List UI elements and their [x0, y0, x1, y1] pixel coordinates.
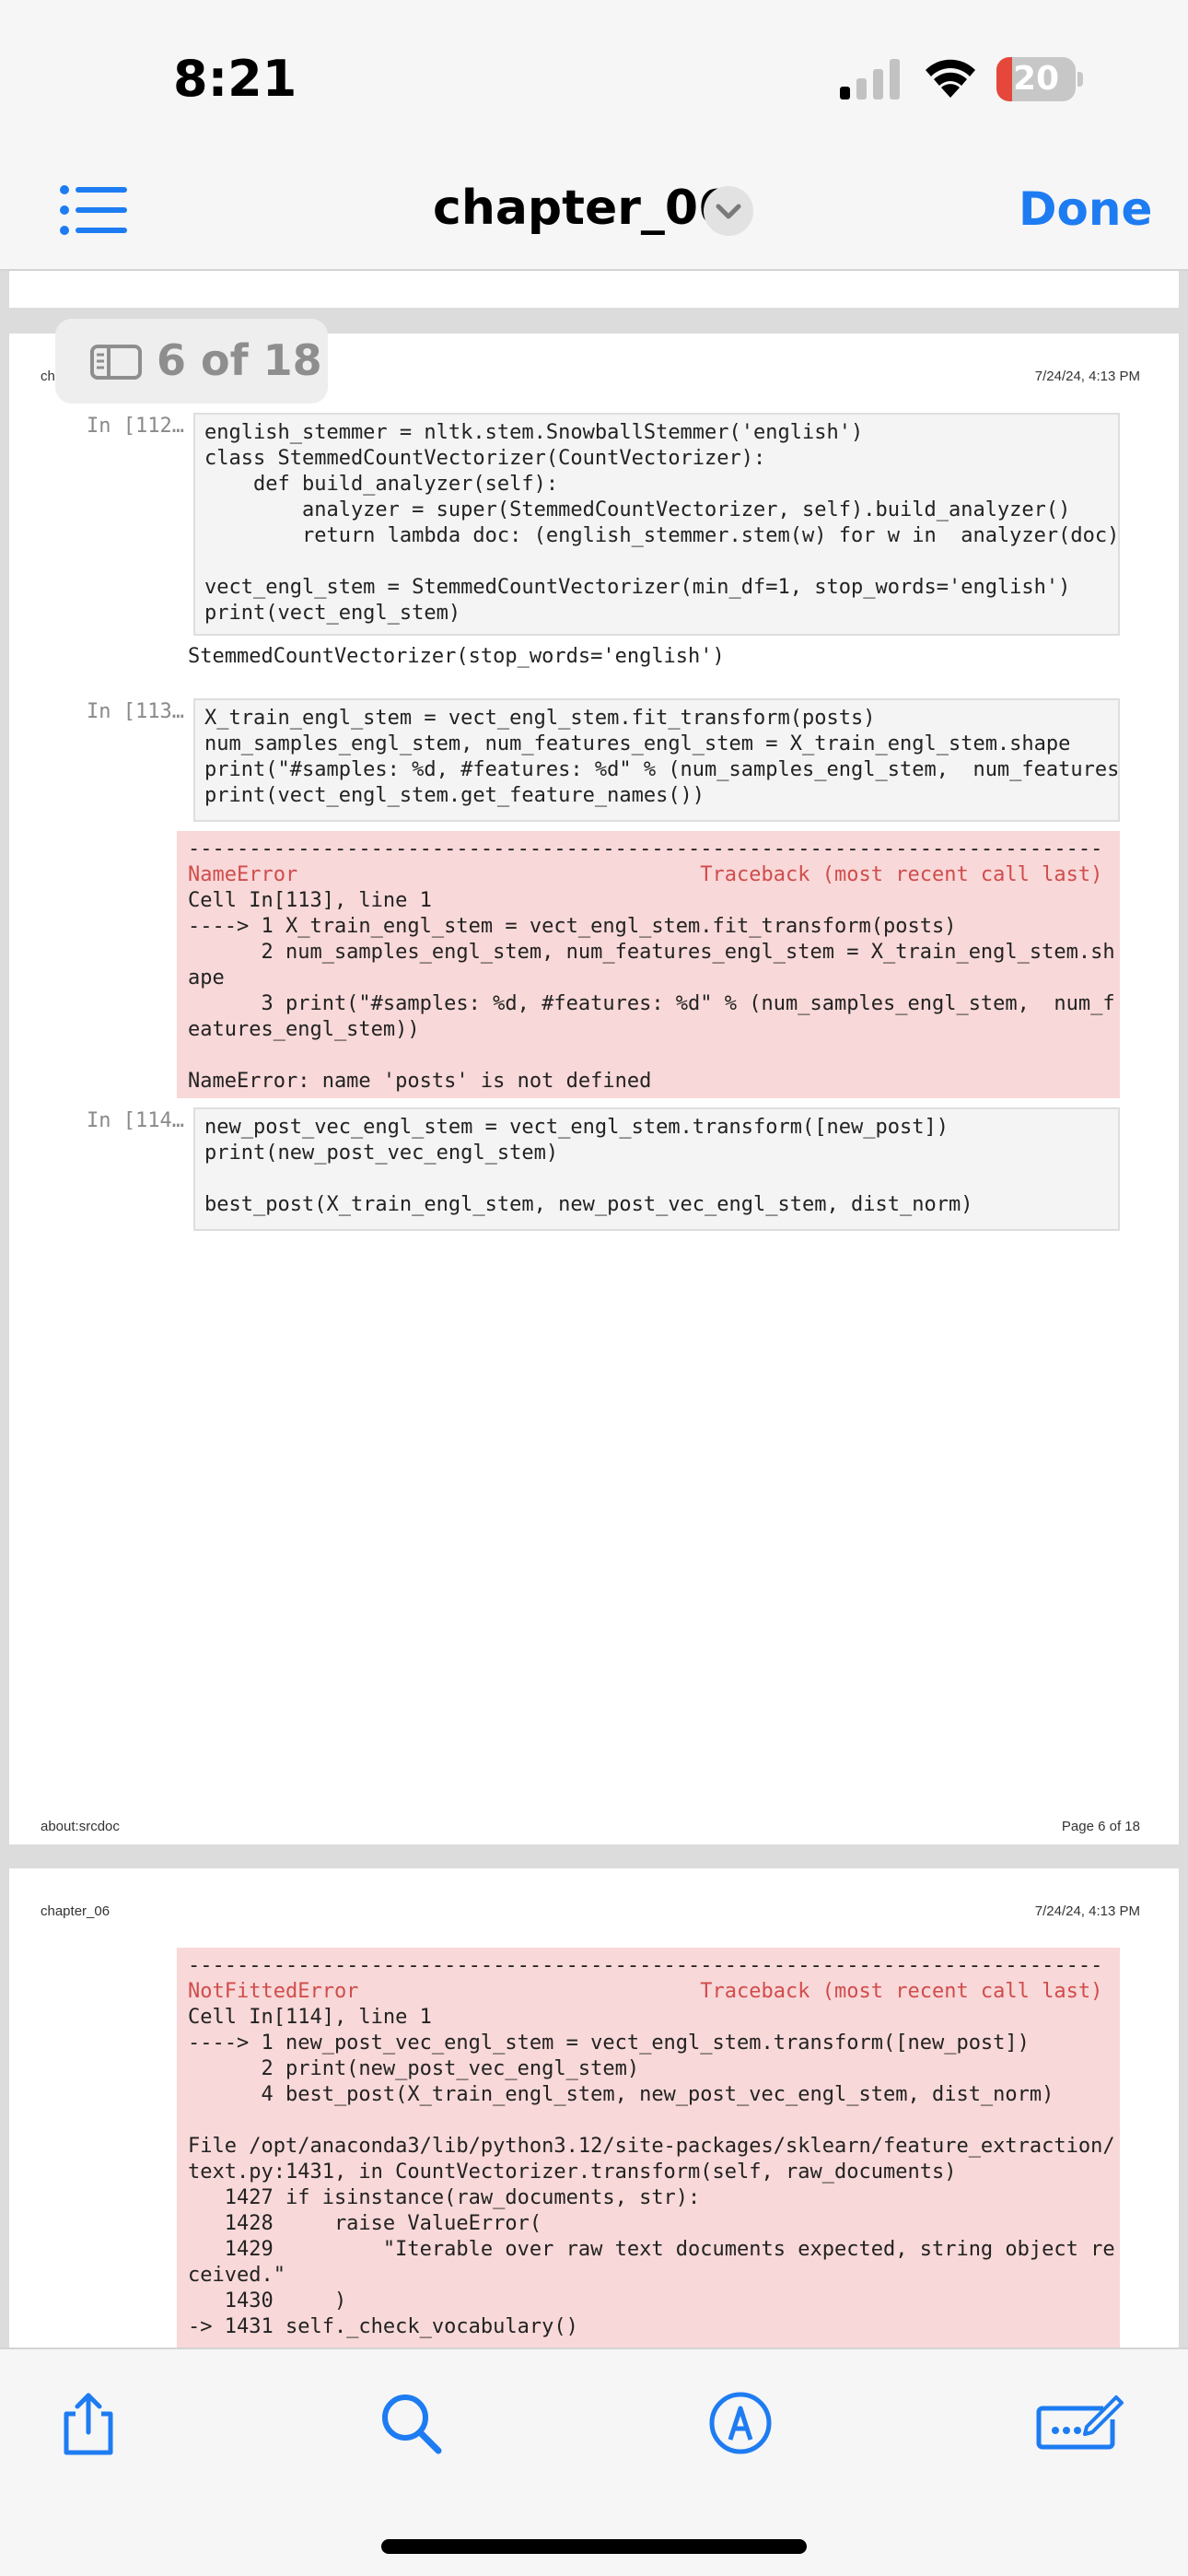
cell-prompt: In [114… — [87, 1109, 184, 1132]
current-page: ch 7/24/24, 4:13 PM In [112… english_ste… — [9, 334, 1179, 1844]
error-line: ceived." — [188, 2264, 285, 2287]
navigation-bar: chapter_06 Done — [0, 147, 1188, 271]
page-indicator-text: 6 of 18 — [157, 335, 322, 385]
next-page: chapter_06 7/24/24, 4:13 PM ------------… — [9, 1868, 1179, 2348]
error-line: -> 1431 self._check_vocabulary() — [188, 2315, 578, 2338]
previous-page — [9, 271, 1179, 308]
error-line: 1429 "Iterable over raw text documents e… — [188, 2238, 1115, 2261]
code-line: best_post(X_train_engl_stem, new_post_ve… — [204, 1193, 973, 1216]
code-line: def build_analyzer(self): — [204, 473, 559, 496]
error-line: NotFittedError Traceback (most recent ca… — [188, 1980, 1103, 2003]
title-menu-button[interactable] — [704, 186, 753, 236]
error-output: ----------------------------------------… — [177, 831, 1120, 1098]
markup-icon[interactable] — [707, 2390, 774, 2456]
sidebar-icon — [90, 345, 142, 380]
code-line: print(vect_engl_stem) — [204, 602, 461, 625]
error-line: ape — [188, 966, 225, 989]
page-header-date: 7/24/24, 4:13 PM — [1034, 1903, 1140, 1919]
status-bar: 8:21 20 — [0, 0, 1188, 147]
error-line: Cell In[113], line 1 — [188, 889, 432, 912]
error-line — [177, 2108, 1120, 2134]
code-line: num_samples_engl_stem, num_features_engl… — [204, 732, 1071, 755]
error-line: NameError: name 'posts' is not defined — [188, 1070, 652, 1093]
status-time: 8:21 — [173, 50, 297, 108]
page-footer-source: about:srcdoc — [41, 1819, 120, 1834]
code-line: X_train_engl_stem = vect_engl_stem.fit_t… — [204, 707, 876, 730]
code-line: print(vect_engl_stem.get_feature_names()… — [204, 784, 705, 807]
code-line: return lambda doc: (english_stemmer.stem… — [204, 524, 1120, 547]
code-cell: new_post_vec_engl_stem = vect_engl_stem.… — [193, 1107, 1120, 1231]
error-line: Cell In[114], line 1 — [188, 2006, 432, 2029]
code-line: english_stemmer = nltk.stem.SnowballStem… — [204, 421, 864, 444]
battery-percent: 20 — [1012, 60, 1060, 98]
cell-prompt: In [113… — [87, 700, 184, 723]
done-button[interactable]: Done — [1019, 182, 1152, 236]
code-cell: X_train_engl_stem = vect_engl_stem.fit_t… — [193, 698, 1120, 822]
code-line: new_post_vec_engl_stem = vect_engl_stem.… — [204, 1116, 949, 1139]
search-icon[interactable] — [378, 2390, 444, 2456]
battery-icon: 20 — [996, 57, 1083, 101]
error-line — [177, 1043, 1120, 1069]
error-line: ----> 1 new_post_vec_engl_stem = vect_en… — [188, 2032, 1030, 2055]
code-line: class StemmedCountVectorizer(CountVector… — [204, 447, 766, 470]
page-header-title: ch — [41, 369, 55, 384]
code-line: analyzer = super(StemmedCountVectorizer,… — [204, 498, 1071, 521]
error-line: 1427 if isinstance(raw_documents, str): — [188, 2186, 701, 2209]
error-output: ----------------------------------------… — [177, 1948, 1120, 2348]
page-header-date: 7/24/24, 4:13 PM — [1034, 369, 1140, 384]
error-line: ----------------------------------------… — [188, 1954, 1103, 1977]
cellular-signal-icon — [840, 59, 900, 100]
error-line: eatures_engl_stem)) — [188, 1018, 420, 1041]
error-line: 1430 ) — [188, 2289, 347, 2313]
error-line: File /opt/anaconda3/lib/python3.12/site-… — [188, 2135, 1115, 2158]
home-indicator — [381, 2539, 807, 2554]
code-line: vect_engl_stem = StemmedCountVectorizer(… — [204, 576, 1071, 599]
share-icon[interactable] — [55, 2390, 122, 2456]
cell-prompt: In [112… — [87, 415, 184, 438]
code-line: print("#samples: %d, #features: %d" % (n… — [204, 758, 1120, 781]
error-line: 4 best_post(X_train_engl_stem, new_post_… — [188, 2083, 1054, 2106]
code-line: print(new_post_vec_engl_stem) — [204, 1142, 559, 1165]
chevron-down-icon — [716, 204, 741, 219]
wifi-icon — [926, 59, 975, 98]
error-line: ----> 1 X_train_engl_stem = vect_engl_st… — [188, 915, 957, 938]
error-line: 2 print(new_post_vec_engl_stem) — [188, 2057, 640, 2080]
pdf-document-viewer[interactable]: ch 7/24/24, 4:13 PM In [112… english_ste… — [0, 271, 1188, 2348]
error-line: 2 num_samples_engl_stem, num_features_en… — [188, 941, 1115, 964]
error-line: 1428 raise ValueError( — [188, 2212, 542, 2235]
document-title[interactable]: chapter_06 — [433, 181, 731, 236]
list-icon[interactable] — [59, 184, 127, 236]
page-header-title: chapter_06 — [41, 1903, 111, 1919]
cell-output: StemmedCountVectorizer(stop_words='engli… — [188, 645, 725, 668]
error-line: ----------------------------------------… — [188, 837, 1103, 861]
edit-form-icon[interactable] — [1035, 2390, 1127, 2456]
error-line: NameError Traceback (most recent call la… — [188, 863, 1103, 886]
code-cell: english_stemmer = nltk.stem.SnowballStem… — [193, 413, 1120, 636]
page-footer-number: Page 6 of 18 — [1061, 1819, 1140, 1834]
error-line: text.py:1431, in CountVectorizer.transfo… — [188, 2160, 957, 2184]
error-line: 3 print("#samples: %d, #features: %d" % … — [188, 992, 1115, 1015]
page-indicator[interactable]: 6 of 18 — [55, 319, 328, 404]
